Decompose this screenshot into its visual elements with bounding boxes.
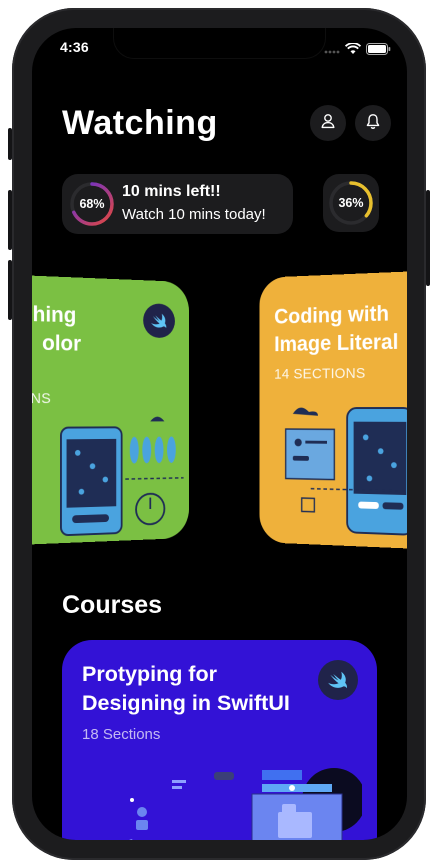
swift-logo-icon xyxy=(318,660,358,700)
card-illustration xyxy=(275,392,407,542)
card-title-line2: olor xyxy=(42,330,82,356)
progress-percent-main: 68% xyxy=(79,197,105,211)
course-illustration xyxy=(129,768,362,840)
cellular-signal-icon xyxy=(324,40,340,59)
notifications-button[interactable] xyxy=(355,105,391,141)
watching-card-2[interactable]: Coding with Image Literal 14 SECTIONS xyxy=(259,270,407,550)
course-subtitle: 18 Sections xyxy=(82,726,161,743)
watching-card-1[interactable]: hing olor NS xyxy=(32,274,189,546)
course-title: Protyping for Designing in SwiftUI xyxy=(82,662,290,715)
notch xyxy=(114,28,325,58)
side-button-power xyxy=(426,190,430,286)
status-icons xyxy=(324,40,391,59)
progress-card-main[interactable]: 68% 10 mins left!! Watch 10 mins today! xyxy=(62,174,293,234)
courses-heading: Courses xyxy=(62,591,163,619)
progress-title: 10 mins left!! xyxy=(122,183,221,200)
phone-device: 4:36 Watching 68% 10 mins left!! Watch 1… xyxy=(0,0,438,868)
wifi-icon xyxy=(344,40,362,59)
page-title: Watching xyxy=(62,104,218,142)
app-screen: 4:36 Watching 68% 10 mins left!! Watch 1… xyxy=(32,28,407,840)
course-card[interactable]: Protyping for Designing in SwiftUI 18 Se… xyxy=(62,640,377,840)
progress-subtitle: Watch 10 mins today! xyxy=(122,206,266,223)
account-button[interactable] xyxy=(310,105,346,141)
card-title-line1: hing xyxy=(32,301,77,328)
swift-logo-icon xyxy=(143,303,175,339)
progress-percent-secondary: 36% xyxy=(338,196,364,210)
progress-card-secondary[interactable]: 36% xyxy=(323,174,379,232)
card-illustration xyxy=(59,416,185,539)
status-time: 4:36 xyxy=(60,39,89,55)
card-title-line2: Image Literal xyxy=(274,329,399,356)
person-icon xyxy=(320,113,336,133)
card-subtitle: 14 SECTIONS xyxy=(274,365,366,383)
battery-icon xyxy=(366,40,391,59)
bell-icon xyxy=(365,113,381,134)
card-title-line1: Coding with xyxy=(274,300,390,329)
card-subtitle: NS xyxy=(32,390,52,408)
